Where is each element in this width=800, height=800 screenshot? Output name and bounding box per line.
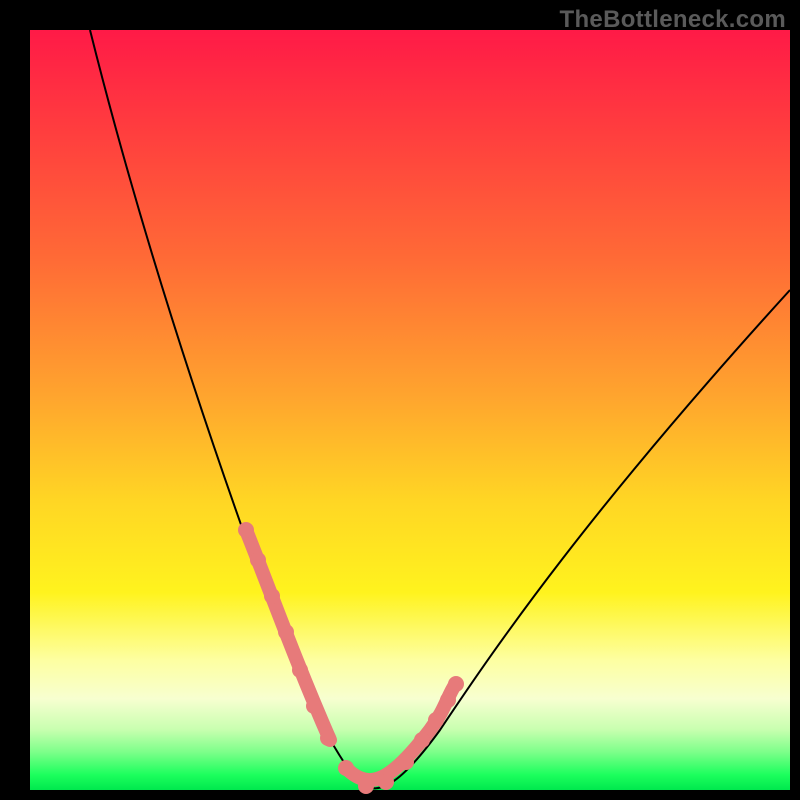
bead-dot: [358, 778, 374, 794]
bead-dot: [398, 754, 414, 770]
v-curve: [90, 30, 790, 788]
chart-frame: TheBottleneck.com: [0, 0, 800, 800]
bead-dot: [378, 774, 394, 790]
bead-dot: [292, 662, 308, 678]
curve-svg: [30, 30, 790, 790]
watermark-text: TheBottleneck.com: [560, 6, 786, 34]
bead-dot: [320, 730, 336, 746]
bead-dot: [448, 676, 464, 692]
bead-dot: [306, 698, 322, 714]
bead-dot: [414, 732, 430, 748]
bead-dot: [238, 522, 254, 538]
bead-dot: [338, 760, 354, 776]
bead-dot: [440, 692, 456, 708]
bead-dot: [428, 712, 444, 728]
bead-dot: [278, 624, 294, 640]
plot-area: [30, 30, 790, 790]
bead-dot: [250, 552, 266, 568]
bead-dot: [264, 588, 280, 604]
bead-group: [238, 522, 464, 794]
